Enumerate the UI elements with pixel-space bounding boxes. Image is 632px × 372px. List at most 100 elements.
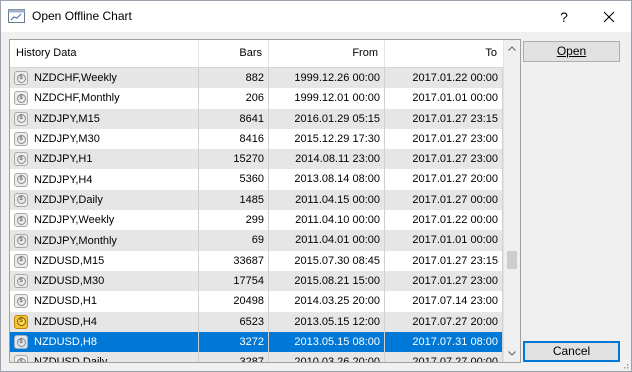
symbol-label: NZDUSD,M15 <box>34 254 105 267</box>
from-cell: 2011.04.15 00:00 <box>269 189 385 211</box>
column-header-bars[interactable]: Bars <box>199 40 269 67</box>
to-cell: 2017.07.27 00:00 <box>385 352 503 362</box>
symbol-cell: $ NZDJPY,H4 <box>10 169 199 190</box>
currency-icon: $ <box>14 213 28 228</box>
bars-cell: 20498 <box>199 291 269 312</box>
close-button[interactable] <box>591 1 627 32</box>
bars-cell: 882 <box>199 68 269 89</box>
cancel-button[interactable]: Cancel <box>523 341 620 362</box>
symbol-label: NZDCHF,Monthly <box>34 92 120 105</box>
open-button[interactable]: Open <box>523 41 620 62</box>
from-cell: 2010.03.26 20:00 <box>269 352 385 362</box>
from-cell: 2014.03.25 20:00 <box>269 291 385 312</box>
symbol-label: NZDJPY,Daily <box>34 193 103 206</box>
symbol-label: NZDUSD,H1 <box>34 295 97 308</box>
currency-icon: $ <box>14 152 28 167</box>
currency-icon: $ <box>14 71 28 86</box>
to-cell: 2017.01.27 23:00 <box>385 149 503 170</box>
table-row[interactable]: $ NZDUSD,H1 20498 2014.03.25 20:00 2017.07.1… <box>10 291 503 312</box>
table-row[interactable]: $ NZDJPY,H4 5360 2013.08.14 08:00 2017.01.27… <box>10 169 503 190</box>
table-row[interactable]: $ NZDJPY,H1 15270 2014.08.11 23:00 2017.01.2… <box>10 149 503 170</box>
table-row[interactable]: $ NZDUSD,H4 6523 2013.05.15 12:00 2017.07.27… <box>10 311 503 332</box>
to-cell: 2017.01.01 00:00 <box>385 88 503 109</box>
from-cell: 2014.08.11 23:00 <box>269 149 385 170</box>
chevron-down-icon <box>508 351 516 356</box>
from-cell: 2011.04.10 00:00 <box>269 210 385 231</box>
symbol-cell: $ NZDUSD,M30 <box>10 270 199 292</box>
table-row[interactable]: $ NZDCHF,Monthly 206 1999.12.01 00:00 2017.0… <box>10 88 503 109</box>
to-cell: 2017.07.27 20:00 <box>385 311 503 332</box>
table-row[interactable]: $ NZDJPY,Weekly 299 2011.04.10 00:00 2017.01… <box>10 210 503 231</box>
symbol-cell: $ NZDJPY,Weekly <box>10 210 199 231</box>
to-cell: 2017.01.27 20:00 <box>385 169 503 190</box>
table-row[interactable]: $ NZDJPY,M15 8641 2016.01.29 05:15 2017.01.2… <box>10 108 503 129</box>
currency-icon: $ <box>14 314 28 329</box>
bars-cell: 15270 <box>199 149 269 170</box>
from-cell: 2013.05.15 12:00 <box>269 311 385 332</box>
history-data-list[interactable]: History Data Bars From To $ NZDCHF,Weekly… <box>9 39 521 363</box>
bars-cell: 6523 <box>199 311 269 332</box>
open-button-label: Open <box>556 44 587 58</box>
table-row[interactable]: $ NZDUSD,Daily 32872010.03.26 20:002017.07… <box>10 352 503 362</box>
from-cell: 2013.05.15 08:00 <box>269 331 385 353</box>
to-cell: 2017.01.27 23:00 <box>385 270 503 292</box>
table-row[interactable]: $ NZDJPY,Monthly 69 2011.04.01 00:00 2017.01… <box>10 230 503 251</box>
bars-cell: 299 <box>199 210 269 231</box>
scrollbar-thumb[interactable] <box>507 251 517 269</box>
symbol-cell: $ NZDUSD,H1 <box>10 291 199 312</box>
symbol-cell: $ NZDUSD,H8 <box>10 331 199 353</box>
table-row[interactable]: $ NZDUSD,M15 33687 2015.07.30 08:45 2017.01.… <box>10 250 503 271</box>
currency-icon: $ <box>14 192 28 207</box>
symbol-label: NZDUSD,H4 <box>34 315 97 328</box>
symbol-label: NZDUSD,M30 <box>34 275 105 288</box>
column-header-from[interactable]: From <box>269 40 385 67</box>
to-cell: 2017.07.31 08:00 <box>385 331 503 353</box>
from-cell: 2015.07.30 08:45 <box>269 250 385 271</box>
column-header-history-data[interactable]: History Data <box>10 40 199 67</box>
help-button[interactable]: ? <box>549 1 579 32</box>
bars-cell: 206 <box>199 88 269 109</box>
symbol-cell: $ NZDJPY,M30 <box>10 128 199 150</box>
chevron-up-icon <box>508 46 516 51</box>
symbol-cell: $ NZDJPY,Monthly <box>10 230 199 251</box>
currency-icon: $ <box>14 274 28 289</box>
scroll-up-button[interactable] <box>504 40 520 57</box>
bars-cell: 8416 <box>199 128 269 150</box>
chart-window-icon <box>8 9 25 23</box>
symbol-label: NZDCHF,Weekly <box>34 72 117 85</box>
symbol-cell: $ NZDCHF,Weekly <box>10 68 199 89</box>
currency-icon: $ <box>14 335 28 349</box>
close-icon <box>603 11 615 22</box>
from-cell: 1999.12.01 00:00 <box>269 88 385 109</box>
bars-cell: 5360 <box>199 169 269 190</box>
from-cell: 2015.12.29 17:30 <box>269 128 385 150</box>
symbol-cell: $ NZDUSD,Daily <box>10 352 199 362</box>
list-rows: $ NZDCHF,Weekly 882 1999.12.26 00:00 2017.01… <box>10 68 503 362</box>
symbol-label: NZDUSD,Daily <box>34 352 107 362</box>
bars-cell: 33687 <box>199 250 269 271</box>
symbol-label: NZDJPY,M30 <box>34 133 100 146</box>
scroll-down-button[interactable] <box>504 345 520 362</box>
list-header: History Data Bars From To <box>10 40 503 68</box>
column-header-to[interactable]: To <box>385 40 503 67</box>
symbol-cell: $ NZDUSD,H4 <box>10 311 199 332</box>
to-cell: 2017.01.27 23:15 <box>385 108 503 129</box>
currency-icon: $ <box>14 132 28 147</box>
symbol-label: NZDUSD,H8 <box>34 336 97 348</box>
table-row[interactable]: $ NZDUSD,M30 17754 2015.08.21 15:00 2017.01.… <box>10 270 503 292</box>
table-row[interactable]: $ NZDUSD,H8 3272 2013.05.15 08:00 2017.07.31… <box>10 331 503 353</box>
table-row[interactable]: $ NZDCHF,Weekly 882 1999.12.26 00:00 2017.01… <box>10 68 503 89</box>
table-row[interactable]: $ NZDJPY,Daily 1485 2011.04.15 00:00 2017.01… <box>10 189 503 211</box>
resize-grip-icon[interactable] <box>621 361 629 369</box>
symbol-label: NZDJPY,H4 <box>34 173 93 186</box>
currency-icon: $ <box>14 253 28 268</box>
currency-icon: $ <box>14 294 28 309</box>
symbol-cell: $ NZDUSD,M15 <box>10 250 199 271</box>
title-bar: Open Offline Chart ? <box>1 1 631 32</box>
currency-icon: $ <box>14 233 28 248</box>
symbol-cell: $ NZDJPY,Daily <box>10 189 199 211</box>
vertical-scrollbar[interactable] <box>503 40 520 362</box>
table-row[interactable]: $ NZDJPY,M30 8416 2015.12.29 17:30 2017.01.2… <box>10 128 503 150</box>
bars-cell: 69 <box>199 230 269 251</box>
from-cell: 1999.12.26 00:00 <box>269 68 385 89</box>
